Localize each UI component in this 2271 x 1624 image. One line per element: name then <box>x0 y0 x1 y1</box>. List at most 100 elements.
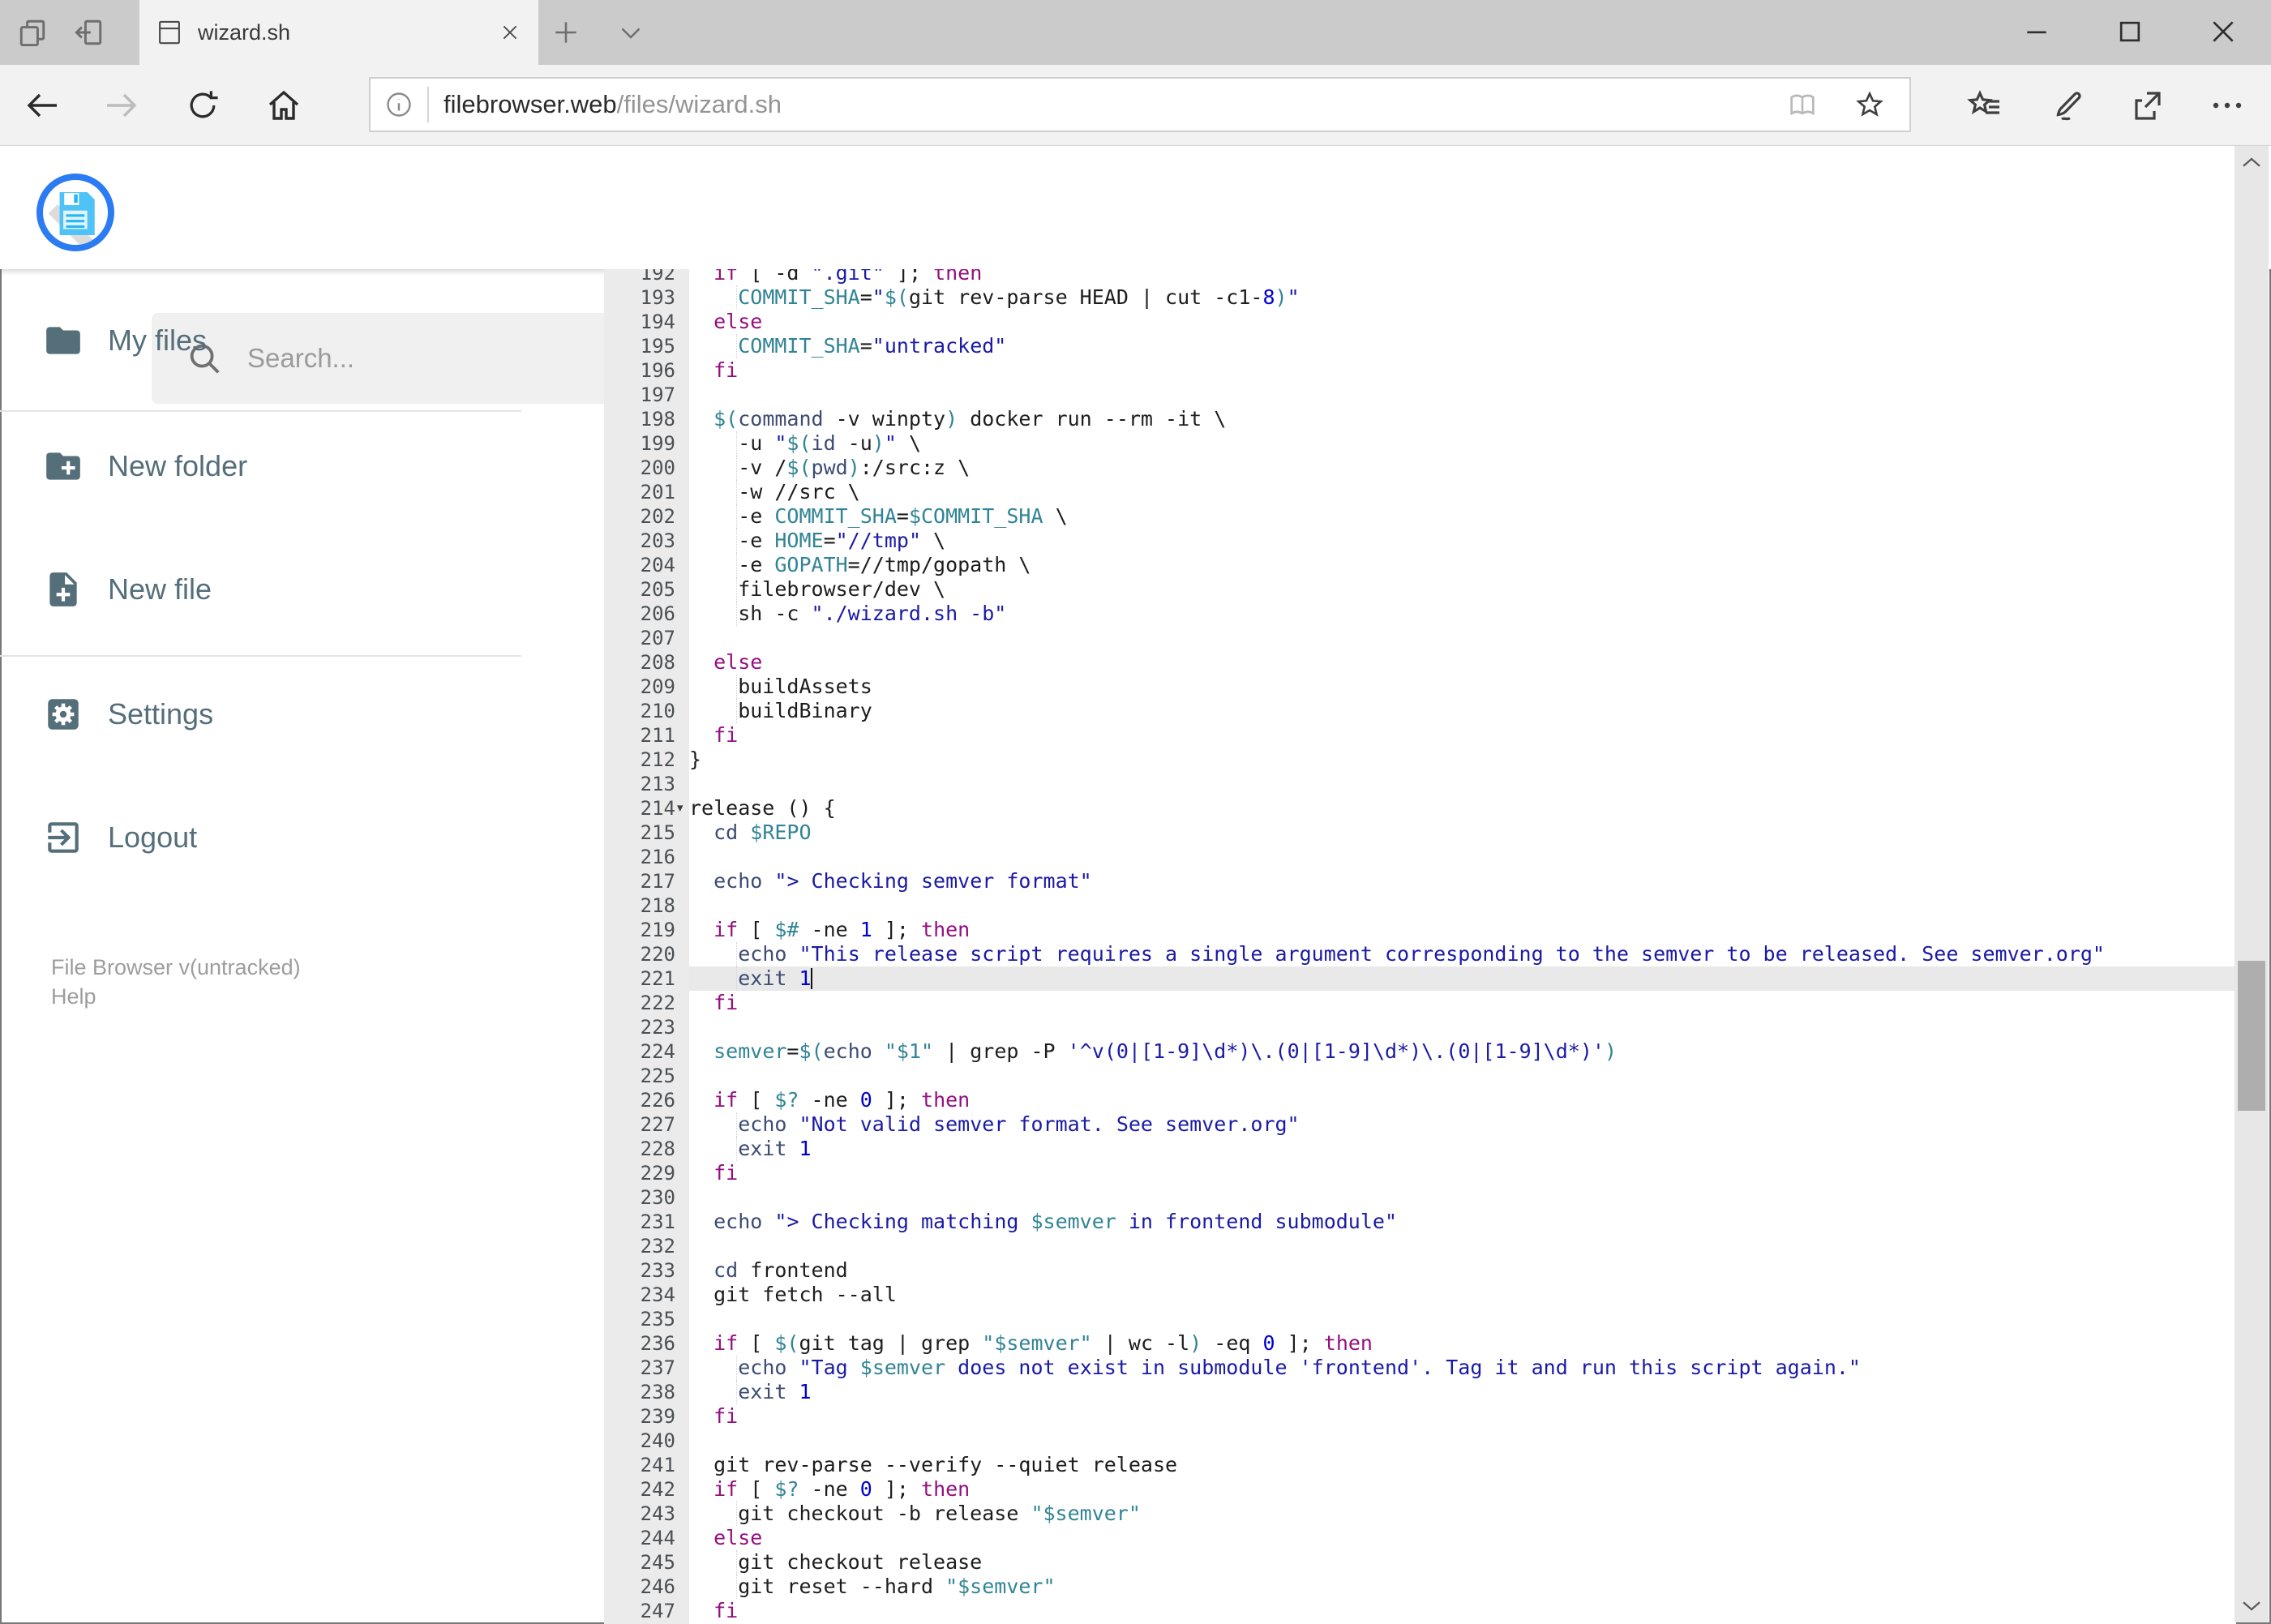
add-favorite-star-icon[interactable] <box>1853 88 1887 122</box>
code-line-active[interactable]: exit 1 <box>689 966 2236 991</box>
code-line[interactable]: -e GOPATH=//tmp/gopath \ <box>689 553 2236 577</box>
code-line[interactable]: fi <box>689 1404 2236 1429</box>
code-line[interactable]: $(command -v winpty) docker run --rm -it… <box>689 407 2236 431</box>
sidebar-item-new-folder[interactable]: New folder <box>0 427 568 505</box>
code-line[interactable]: fi <box>689 358 2236 383</box>
tab-preview-toggle-button[interactable] <box>11 11 54 54</box>
code-line[interactable]: semver=$(echo "$1" | grep -P '^v(0|[1-9]… <box>689 1039 2236 1064</box>
code-line[interactable]: else <box>689 310 2236 334</box>
maximize-button[interactable] <box>2095 0 2165 63</box>
sidebar-item-logout[interactable]: Logout <box>0 799 568 876</box>
browser-tab[interactable]: wizard.sh <box>139 0 538 65</box>
code-line[interactable] <box>689 1064 2236 1088</box>
indent-guide <box>736 1380 737 1404</box>
sidebar-item-new-file[interactable]: New file <box>0 551 568 628</box>
code-line[interactable]: -u "$(id -u)" \ <box>689 431 2236 456</box>
fold-marker-icon[interactable]: ▾ <box>677 796 690 821</box>
sidebar-item-settings[interactable]: Settings <box>0 675 568 753</box>
sidebar-item-my-files[interactable]: My files <box>0 302 568 379</box>
code-line[interactable]: echo "This release script requires a sin… <box>689 942 2236 966</box>
scroll-up-button[interactable] <box>2235 146 2269 180</box>
code-line[interactable]: echo "Not valid semver format. See semve… <box>689 1112 2236 1137</box>
code-line[interactable]: filebrowser/dev \ <box>689 577 2236 602</box>
code-line[interactable]: echo "> Checking semver format" <box>689 869 2236 893</box>
code-line[interactable]: if [ $? -ne 0 ]; then <box>689 1477 2236 1502</box>
new-tab-button[interactable] <box>545 11 587 54</box>
code-line[interactable]: if [ $# -ne 1 ]; then <box>689 918 2236 942</box>
code-line[interactable]: buildAssets <box>689 675 2236 699</box>
code-line[interactable]: if [ $? -ne 0 ]; then <box>689 1088 2236 1112</box>
code-line[interactable]: -e COMMIT_SHA=$COMMIT_SHA \ <box>689 504 2236 529</box>
hub-button[interactable] <box>1951 71 2019 139</box>
code-line[interactable]: echo "> Checking matching $semver in fro… <box>689 1210 2236 1234</box>
code-line[interactable]: -w //src \ <box>689 480 2236 504</box>
show-tab-previews-button[interactable] <box>610 11 652 54</box>
line-number: 223 <box>640 1016 675 1039</box>
forward-button[interactable] <box>88 71 156 139</box>
code-line[interactable] <box>689 1185 2236 1210</box>
code-line[interactable]: fi <box>689 1161 2236 1185</box>
code-line[interactable] <box>689 1015 2236 1039</box>
page-scrollbar[interactable] <box>2235 146 2269 1622</box>
code-line[interactable]: -v /$(pwd):/src:z \ <box>689 456 2236 480</box>
code-line[interactable] <box>689 772 2236 796</box>
settings-more-button[interactable] <box>2193 71 2261 139</box>
code-line[interactable]: fi <box>689 723 2236 748</box>
minimize-button[interactable] <box>2002 0 2072 63</box>
scrollbar-thumb[interactable] <box>2238 961 2265 1111</box>
code-line[interactable]: git checkout release <box>689 1550 2236 1575</box>
code-line[interactable] <box>689 1429 2236 1453</box>
code-line[interactable]: if [ $(git tag | grep "$semver" | wc -l)… <box>689 1331 2236 1356</box>
code-line[interactable]: echo "Tag $semver does not exist in subm… <box>689 1356 2236 1380</box>
code-line[interactable]: } <box>689 748 2236 772</box>
tab-close-icon[interactable] <box>499 22 521 43</box>
code-line[interactable]: git checkout -b release "$semver" <box>689 1502 2236 1526</box>
code-line[interactable]: -e HOME="//tmp" \ <box>689 529 2236 553</box>
code-line[interactable]: fi <box>689 991 2236 1015</box>
code-line[interactable]: exit 1 <box>689 1137 2236 1161</box>
code-line[interactable] <box>689 845 2236 869</box>
code-line[interactable]: cd $REPO <box>689 821 2236 845</box>
editor-gutter: 192 193 194 195 196 197 198 199 200 201 202 203 204 2… <box>604 269 689 1624</box>
code-line[interactable]: sh -c "./wizard.sh -b" <box>689 602 2236 626</box>
code-line[interactable]: git reset --hard "$semver" <box>689 1575 2236 1599</box>
address-bar[interactable]: filebrowser.web/files/wizard.sh <box>369 77 1911 132</box>
code-line[interactable]: if [ -d ".git" ]; then <box>689 269 2236 285</box>
code-line[interactable] <box>689 1234 2236 1258</box>
code-line[interactable]: COMMIT_SHA="untracked" <box>689 334 2236 358</box>
scroll-down-button[interactable] <box>2235 1588 2269 1622</box>
code-line[interactable]: exit 1 <box>689 1380 2236 1404</box>
folder-icon <box>46 327 80 354</box>
code-line[interactable]: git rev-parse --verify --quiet release <box>689 1453 2236 1477</box>
code-line[interactable] <box>689 1307 2236 1331</box>
code-editor[interactable]: 192 193 194 195 196 197 198 199 200 201 202 203 204 2… <box>604 269 2236 1624</box>
reading-view-icon[interactable] <box>1786 88 1819 121</box>
filebrowser-logo[interactable] <box>36 174 114 251</box>
site-info-button[interactable] <box>371 90 427 119</box>
app-version-text: File Browser v(untracked) <box>51 955 301 979</box>
code-line[interactable]: else <box>689 1526 2236 1550</box>
back-button[interactable] <box>8 71 76 139</box>
code-line[interactable]: release () { <box>689 796 2236 821</box>
floppy-disk-icon <box>59 192 95 235</box>
code-line[interactable]: git fetch --all <box>689 1283 2236 1307</box>
set-tabs-aside-button[interactable] <box>68 11 110 54</box>
code-line[interactable] <box>689 626 2236 650</box>
line-number: 234 <box>640 1283 675 1306</box>
browser-tab-strip: wizard.sh <box>0 0 2271 65</box>
help-link[interactable]: Help <box>51 984 96 1009</box>
code-line[interactable]: cd frontend <box>689 1258 2236 1283</box>
web-notes-button[interactable] <box>2033 71 2102 139</box>
code-line[interactable]: COMMIT_SHA="$(git rev-parse HEAD | cut -… <box>689 285 2236 310</box>
code-line[interactable] <box>689 893 2236 918</box>
close-window-button[interactable] <box>2188 0 2258 63</box>
code-line[interactable]: else <box>689 650 2236 675</box>
refresh-button[interactable] <box>169 71 237 139</box>
code-line[interactable] <box>689 383 2236 407</box>
line-number: 208 <box>640 651 675 674</box>
code-line[interactable]: fi <box>689 1599 2236 1623</box>
back-icon <box>27 93 57 118</box>
home-button[interactable] <box>250 71 318 139</box>
code-line[interactable]: buildBinary <box>689 699 2236 723</box>
share-page-button[interactable] <box>2112 71 2180 139</box>
